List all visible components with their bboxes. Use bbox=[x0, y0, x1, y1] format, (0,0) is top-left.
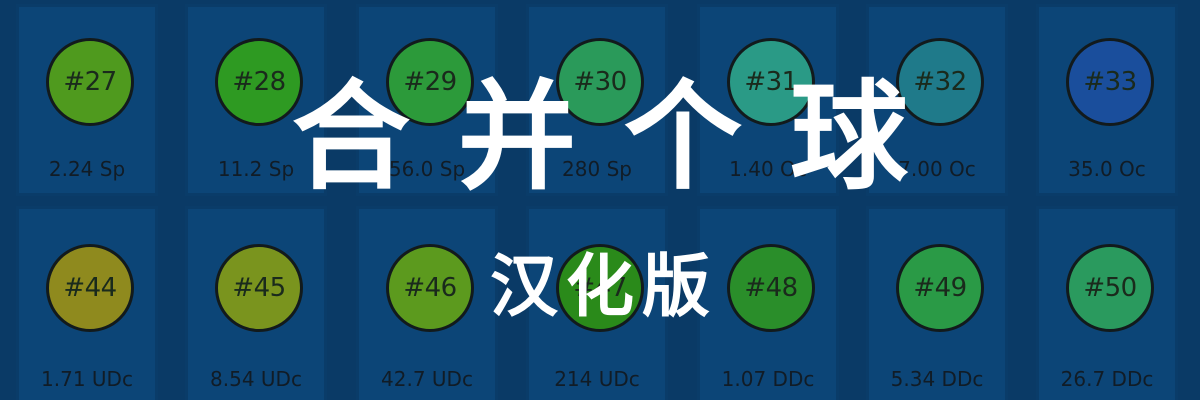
ball-value-label: 1.07 DDc bbox=[721, 367, 815, 391]
ball-value-label: 5.34 DDc bbox=[890, 367, 984, 391]
promo-banner: #27 2.24 Sp #28 11.2 Sp #29 56.0 Sp #30 280 Sp #… bbox=[0, 0, 1200, 400]
ball-value-label: 214 UDc bbox=[554, 367, 640, 391]
ball-value-label: 1.71 UDc bbox=[41, 367, 133, 391]
edition-subtitle: 汉化版 bbox=[489, 248, 718, 327]
ball-value-label: 8.54 UDc bbox=[210, 367, 302, 391]
ball-value-label: 42.7 UDc bbox=[381, 367, 473, 391]
ball-value-label: 26.7 DDc bbox=[1060, 367, 1154, 391]
game-title: 合并个球 bbox=[291, 68, 956, 206]
